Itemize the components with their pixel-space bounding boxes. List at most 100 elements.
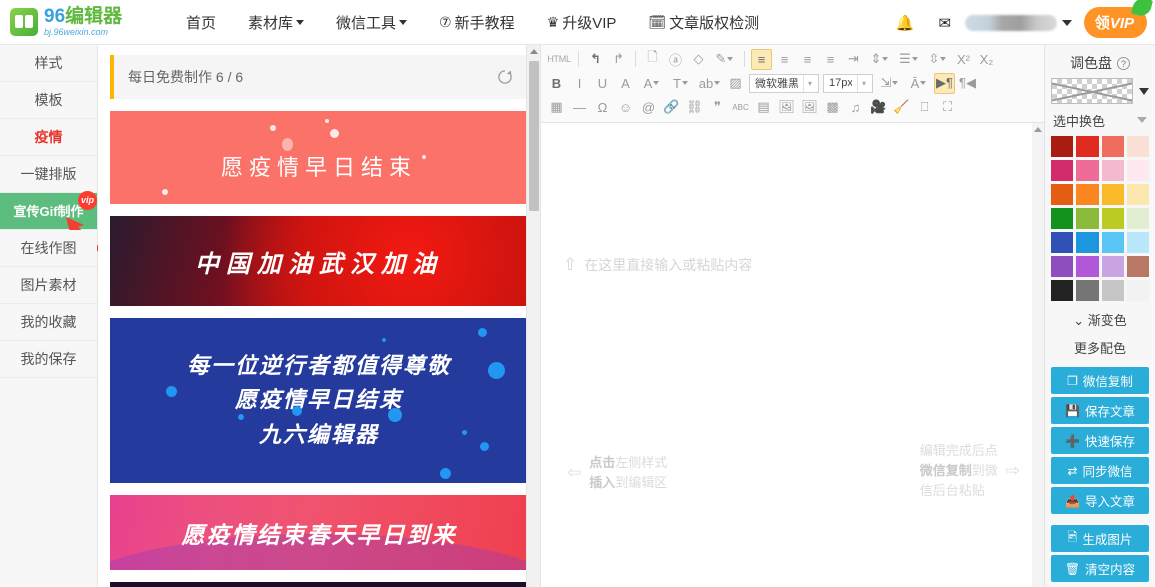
template-card[interactable]: 愿疫情早日结束: [110, 111, 528, 204]
subscript-button[interactable]: X₂: [976, 49, 997, 70]
bold-button[interactable]: B: [546, 73, 567, 94]
template-card[interactable]: 中国加油武汉加油: [110, 216, 528, 306]
sidebar-item-one-click-layout[interactable]: 一键排版: [0, 156, 97, 193]
chevron-down-icon[interactable]: [727, 57, 734, 61]
color-swatch[interactable]: [1126, 184, 1149, 205]
replace-selected-color-row[interactable]: 选中换色: [1051, 108, 1149, 132]
chevron-down-icon[interactable]: [653, 81, 660, 85]
indent-button[interactable]: ⇥: [843, 49, 864, 70]
transparent-swatch[interactable]: [1051, 78, 1133, 104]
color-swatch[interactable]: [1126, 256, 1149, 277]
clear-format-button[interactable]: 🧹: [891, 97, 912, 118]
underline-button[interactable]: U: [592, 73, 613, 94]
menu-item-wechat-tools[interactable]: 微信工具: [336, 12, 408, 33]
color-swatch[interactable]: [1101, 160, 1124, 181]
template-button[interactable]: ⎕: [914, 97, 935, 118]
color-swatch[interactable]: [1101, 256, 1124, 277]
scroll-up-icon[interactable]: [1034, 127, 1042, 132]
sidebar-item-gif-maker[interactable]: 宣传Gif制作 vip: [0, 191, 106, 255]
sync-wechat-button[interactable]: ⇄ 同步微信: [1051, 457, 1149, 484]
color-swatch[interactable]: [1076, 136, 1099, 157]
align-right-button[interactable]: ≡: [797, 49, 818, 70]
mail-icon[interactable]: ✉: [932, 10, 958, 36]
menu-item-material-library[interactable]: 素材库: [248, 12, 305, 33]
color-swatch[interactable]: [1126, 208, 1149, 229]
color-swatch[interactable]: [1051, 232, 1074, 253]
screenshot-button[interactable]: ▩: [822, 97, 843, 118]
line-height-button[interactable]: ⇕: [866, 49, 893, 70]
import-article-button[interactable]: 📤 导入文章: [1051, 487, 1149, 514]
sidebar-item-image-material[interactable]: 图片素材: [0, 267, 97, 304]
color-swatch[interactable]: [1076, 280, 1099, 301]
sidebar-item-template[interactable]: 模板: [0, 82, 97, 119]
clear-content-button[interactable]: 🗑 清空内容: [1051, 555, 1149, 582]
gradient-colors-button[interactable]: ⌄ 渐变色: [1051, 310, 1149, 329]
chevron-down-icon[interactable]: [681, 81, 688, 85]
menu-item-upgrade-vip[interactable]: ♛ 升级VIP: [547, 12, 617, 33]
spellcheck-button[interactable]: ABC: [730, 97, 751, 118]
sidebar-item-my-favorites[interactable]: 我的收藏: [0, 304, 97, 341]
paste-as-text-button[interactable]: ⓐ: [665, 49, 686, 70]
sidebar-item-epidemic[interactable]: 疫情: [0, 119, 97, 156]
quick-save-button[interactable]: ➕ 快速保存: [1051, 427, 1149, 454]
chevron-down-icon[interactable]: [714, 81, 721, 85]
help-icon[interactable]: ?: [1117, 56, 1130, 70]
table-button[interactable]: ▦: [546, 97, 567, 118]
image-style-button[interactable]: ▨: [725, 73, 746, 94]
menu-item-copyright-check[interactable]: 🗓 文章版权检测: [648, 12, 759, 33]
gallery-scrollbar-thumb[interactable]: [529, 61, 539, 211]
emoji-button[interactable]: ☺: [615, 97, 636, 118]
color-swatch[interactable]: [1101, 136, 1124, 157]
color-swatch[interactable]: [1051, 256, 1074, 277]
text-transform-button[interactable]: Ā: [905, 73, 932, 94]
chevron-down-icon[interactable]: [1061, 19, 1072, 26]
wechat-copy-button[interactable]: ❐ 微信复制: [1051, 367, 1149, 394]
color-swatch[interactable]: [1101, 280, 1124, 301]
color-swatch[interactable]: [1076, 208, 1099, 229]
font-size-select[interactable]: 17px ▾: [823, 73, 873, 93]
bell-icon[interactable]: 🔔: [892, 10, 918, 36]
chevron-down-icon[interactable]: [1139, 87, 1149, 95]
format-painter-button[interactable]: ✎: [711, 49, 738, 70]
ltr-button[interactable]: ▶¶: [934, 72, 955, 94]
template-card[interactable]: 愿疫情结束春天早日到来: [110, 495, 528, 570]
redo-button[interactable]: ↱: [608, 49, 629, 70]
color-swatch[interactable]: [1076, 184, 1099, 205]
chevron-down-icon[interactable]: [1137, 117, 1147, 123]
music-button[interactable]: ♫: [845, 97, 866, 118]
text-spacing-button[interactable]: ⇳: [924, 49, 951, 70]
sidebar-item-online-drawing[interactable]: 在线作图: [0, 230, 97, 267]
chevron-down-icon[interactable]: [882, 57, 889, 61]
paste-from-word-button[interactable]: ▤: [753, 97, 774, 118]
color-swatch[interactable]: [1126, 160, 1149, 181]
eraser-button[interactable]: ◇: [688, 49, 709, 70]
font-family-select[interactable]: 微软雅黑 ▾: [749, 73, 819, 93]
insert-image-button[interactable]: 🖼: [776, 97, 797, 118]
special-character-button[interactable]: Ω: [592, 97, 613, 118]
align-left-button[interactable]: ≡: [751, 48, 772, 70]
italic-button[interactable]: I: [569, 73, 590, 94]
more-colors-button[interactable]: 更多配色: [1051, 338, 1149, 357]
generate-image-button[interactable]: 🖻 生成图片: [1051, 525, 1149, 552]
color-swatch[interactable]: [1076, 232, 1099, 253]
strikethrough-button[interactable]: A: [615, 73, 636, 94]
color-swatch[interactable]: [1051, 208, 1074, 229]
align-center-button[interactable]: ≡: [774, 49, 795, 70]
site-logo[interactable]: 96编辑器 bj.96weixin.com: [10, 7, 170, 37]
sidebar-item-my-saves[interactable]: 我的保存: [0, 341, 97, 378]
color-swatch[interactable]: [1101, 232, 1124, 253]
link-button[interactable]: 🔗: [661, 97, 682, 118]
chevron-down-icon[interactable]: ▾: [803, 74, 816, 92]
horizontal-rule-button[interactable]: —: [569, 97, 590, 118]
image-gallery-button[interactable]: 🖼: [799, 97, 820, 118]
color-swatch[interactable]: [1051, 160, 1074, 181]
user-account-name[interactable]: [964, 14, 1057, 31]
background-color-button[interactable]: T: [667, 73, 694, 94]
color-swatch[interactable]: [1126, 232, 1149, 253]
fullscreen-button[interactable]: ⛶: [937, 97, 958, 118]
anchor-button[interactable]: @: [638, 97, 659, 118]
paragraph-indent-button[interactable]: ⇲: [876, 73, 903, 94]
color-swatch[interactable]: [1076, 256, 1099, 277]
refresh-icon[interactable]: [496, 68, 514, 86]
case-button[interactable]: ab: [696, 73, 723, 94]
